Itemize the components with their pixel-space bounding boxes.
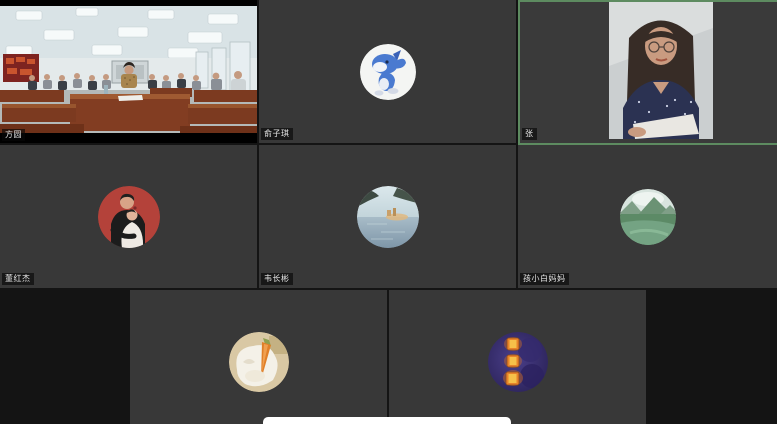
participant-name-label: 张 bbox=[522, 128, 537, 140]
white-cat-carrot-avatar-icon bbox=[229, 332, 289, 392]
participant-name: 董红杰 bbox=[5, 274, 31, 283]
participant-name-label: 俞子琪 bbox=[261, 128, 293, 140]
participant-name: 方圆 bbox=[5, 130, 22, 139]
father-and-child-avatar-icon bbox=[98, 186, 160, 248]
participant-tile-lanterns[interactable] bbox=[389, 290, 646, 424]
participant-tile-cat-carrot[interactable] bbox=[130, 290, 387, 424]
lake-scenery-avatar-icon bbox=[357, 186, 419, 248]
participant-name-label: 孩小白妈妈 bbox=[520, 273, 569, 285]
green-mountains-avatar-icon bbox=[620, 189, 676, 245]
participant-name: 俞子琪 bbox=[264, 129, 290, 138]
participant-tile-mountains[interactable]: 孩小白妈妈 bbox=[518, 145, 777, 288]
participant-name-label: 董红杰 bbox=[2, 273, 34, 285]
participant-tile-father-child[interactable]: 董红杰 bbox=[0, 145, 257, 288]
blue-mascot-avatar-icon bbox=[360, 44, 416, 100]
participant-tile-lake[interactable]: 韦长彬 bbox=[259, 145, 516, 288]
bottom-popup[interactable] bbox=[263, 417, 511, 424]
participant-name: 韦长彬 bbox=[264, 274, 290, 283]
participant-tile-active-speaker[interactable]: 张 bbox=[518, 0, 777, 145]
participant-name-label: 方圆 bbox=[2, 129, 25, 141]
participant-name-label: 韦长彬 bbox=[261, 273, 293, 285]
portrait-video-feed bbox=[609, 2, 713, 139]
participant-name: 张 bbox=[525, 129, 534, 138]
participant-name: 孩小白妈妈 bbox=[523, 274, 566, 283]
participant-tile-classroom[interactable]: 方圆 bbox=[0, 0, 257, 143]
classroom-video-feed bbox=[0, 6, 257, 133]
meeting-grid: 方圆 俞子琪 bbox=[0, 0, 777, 424]
purple-lanterns-avatar-icon bbox=[488, 332, 548, 392]
participant-tile-mascot[interactable]: 俞子琪 bbox=[259, 0, 516, 143]
